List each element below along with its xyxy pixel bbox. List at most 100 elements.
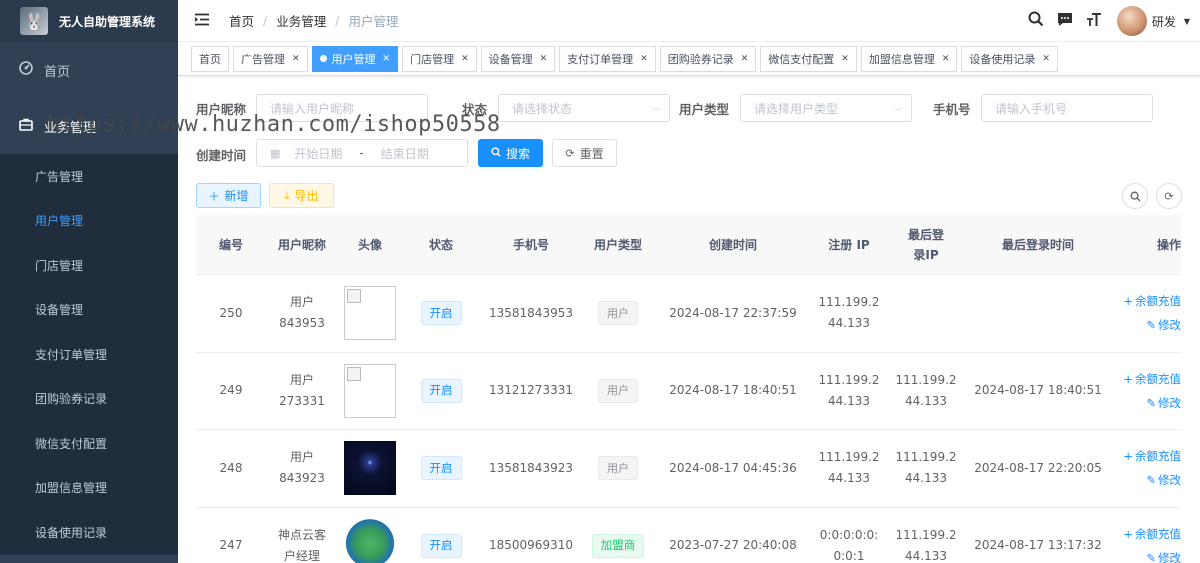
cell-user-type: 用户 (582, 430, 654, 507)
add-button[interactable]: ＋ 新增 (196, 183, 261, 208)
message-icon[interactable] (1057, 12, 1073, 31)
sidebar-item-coupons[interactable]: 团购验券记录 (0, 377, 178, 422)
close-icon[interactable]: ✕ (640, 54, 648, 64)
export-button-label: 导出 (294, 189, 319, 203)
start-date-placeholder: 开始日期 (294, 146, 343, 161)
close-icon[interactable]: ✕ (540, 54, 548, 64)
recharge-button[interactable]: + 余额充值 (1123, 367, 1181, 391)
cell-actions: + 余额充值 ✎ 修改 (1110, 353, 1181, 430)
recharge-button[interactable]: + 余额充值 (1123, 289, 1181, 313)
recharge-button[interactable]: + 余额充值 (1123, 444, 1181, 468)
table-row: 250 用户843953 开启 13581843953 用户 2024-08-1… (196, 275, 1181, 353)
sidebar-item-orders[interactable]: 支付订单管理 (0, 332, 178, 377)
refresh-icon: ⟳ (1164, 189, 1174, 203)
export-button[interactable]: ⤓ 导出 (269, 183, 334, 208)
recharge-button[interactable]: + 余额充值 (1123, 522, 1181, 546)
cell-phone: 18500969310 (489, 538, 573, 553)
tag-devices[interactable]: 设备管理 ✕ (480, 45, 556, 72)
recharge-label: 余额充值 (1135, 371, 1181, 386)
status-select[interactable]: 请选择状态 ⌵ (498, 94, 670, 122)
breadcrumb-separator: / (263, 13, 268, 28)
nickname-input[interactable]: 请输入用户昵称 (256, 94, 428, 122)
column-header: 手机号 (512, 237, 549, 252)
sidebar-item-wechat-pay[interactable]: 微信支付配置 (0, 421, 178, 466)
cell-avatar (338, 275, 402, 352)
tag-orders[interactable]: 支付订单管理 ✕ (559, 45, 656, 72)
sidebar-item-device-usage[interactable]: 设备使用记录 (0, 510, 178, 555)
sidebar-group-business[interactable]: 业务管理 (0, 98, 178, 154)
sidebar-item-label: 首页 (44, 64, 71, 80)
tag-stores[interactable]: 门店管理 ✕ (402, 45, 477, 72)
reset-button[interactable]: ⟳ 重置 (552, 139, 617, 167)
sidebar-group-label: 业务管理 (44, 120, 97, 136)
tag-ads[interactable]: 广告管理 ✕ (233, 45, 308, 72)
tag-device-usage[interactable]: 设备使用记录 ✕ (961, 45, 1058, 72)
avatar-image[interactable] (344, 286, 396, 341)
close-icon[interactable]: ✕ (461, 54, 469, 64)
search-button-label: 搜索 (505, 146, 530, 161)
toggle-search-button[interactable] (1122, 183, 1148, 209)
status-badge: 开启 (420, 533, 462, 558)
tag-home[interactable]: 首页 (191, 45, 229, 72)
phone-placeholder: 请输入手机号 (995, 101, 1068, 116)
sidebar-item-ads[interactable]: 广告管理 (0, 154, 178, 199)
search-button[interactable]: 搜索 (478, 139, 543, 167)
cell-reg-ip: 111.199.244.133 (818, 372, 880, 408)
edit-icon: ✎ (1146, 395, 1156, 410)
hamburger-icon[interactable] (194, 12, 210, 30)
sidebar-item-home[interactable]: 首页 (0, 42, 178, 98)
breadcrumb-home[interactable]: 首页 (229, 11, 254, 30)
sidebar-submenu: 广告管理 用户管理 门店管理 设备管理 支付订单管理 团购验券记录 微信支付配置… (0, 154, 178, 555)
created-label: 创建时间 (196, 148, 247, 163)
dashboard-icon (18, 61, 34, 79)
sidebar-item-franchise[interactable]: 加盟信息管理 (0, 466, 178, 511)
cell-nickname: 用户843923 (279, 450, 325, 486)
tag-users[interactable]: 用户管理 ✕ (311, 45, 399, 72)
close-icon[interactable]: ✕ (741, 54, 749, 64)
close-icon[interactable]: ✕ (841, 54, 849, 64)
caret-down-icon[interactable]: ▼ (1184, 17, 1190, 26)
phone-label: 手机号 (933, 102, 971, 117)
plus-icon: + (1123, 526, 1133, 541)
cell-actions: + 余额充值 ✎ 修改 (1110, 508, 1181, 563)
download-icon: ⤓ (284, 188, 290, 202)
tag-label: 用户管理 (331, 52, 376, 66)
edit-label: 修改 (1158, 473, 1181, 488)
avatar-image[interactable] (344, 363, 396, 418)
sidebar-item-devices[interactable]: 设备管理 (0, 288, 178, 333)
column-header: 操作 (1156, 237, 1181, 252)
sidebar-item-users[interactable]: 用户管理 (0, 199, 178, 244)
font-size-icon[interactable] (1086, 12, 1102, 31)
tag-coupons[interactable]: 团购验券记录 ✕ (659, 45, 757, 72)
cell-phone: 13581843953 (489, 305, 573, 320)
edit-button[interactable]: ✎ 修改 (1146, 546, 1181, 563)
avatar[interactable] (1116, 6, 1147, 36)
search-icon[interactable] (1028, 11, 1044, 31)
column-header: 注册 IP (828, 237, 870, 252)
edit-button[interactable]: ✎ 修改 (1146, 391, 1181, 415)
column-header: 最后登录IP (907, 227, 944, 262)
user-name[interactable]: 研发 (1152, 13, 1176, 30)
date-range-picker[interactable]: ▦ 开始日期 - 结束日期 (256, 139, 468, 167)
tag-franchise[interactable]: 加盟信息管理 ✕ (860, 45, 958, 72)
edit-button[interactable]: ✎ 修改 (1146, 313, 1181, 337)
tag-label: 设备管理 (488, 52, 533, 66)
close-icon[interactable]: ✕ (383, 54, 391, 64)
refresh-button[interactable]: ⟳ (1156, 183, 1182, 209)
close-icon[interactable]: ✕ (292, 54, 300, 64)
close-icon[interactable]: ✕ (1042, 54, 1050, 64)
phone-input[interactable]: 请输入手机号 (981, 94, 1153, 122)
users-table: 编号 用户昵称 头像 状态 手机号 用户类型 创建时间 注册 IP 最后登录IP… (196, 215, 1181, 563)
usertype-select[interactable]: 请选择用户类型 ⌵ (740, 94, 912, 122)
edit-label: 修改 (1158, 318, 1181, 333)
recharge-label: 余额充值 (1135, 449, 1181, 464)
avatar-image[interactable] (344, 441, 396, 496)
sidebar-item-stores[interactable]: 门店管理 (0, 243, 178, 288)
breadcrumb-business[interactable]: 业务管理 (276, 11, 326, 30)
edit-button[interactable]: ✎ 修改 (1146, 468, 1181, 492)
logo[interactable]: 🐰 无人自助管理系统 (0, 0, 178, 42)
avatar-image[interactable] (344, 518, 396, 563)
tag-wechat-pay[interactable]: 微信支付配置 ✕ (760, 45, 857, 72)
cell-last-time: 2024-08-17 18:40:51 (974, 383, 1102, 398)
close-icon[interactable]: ✕ (942, 54, 950, 64)
